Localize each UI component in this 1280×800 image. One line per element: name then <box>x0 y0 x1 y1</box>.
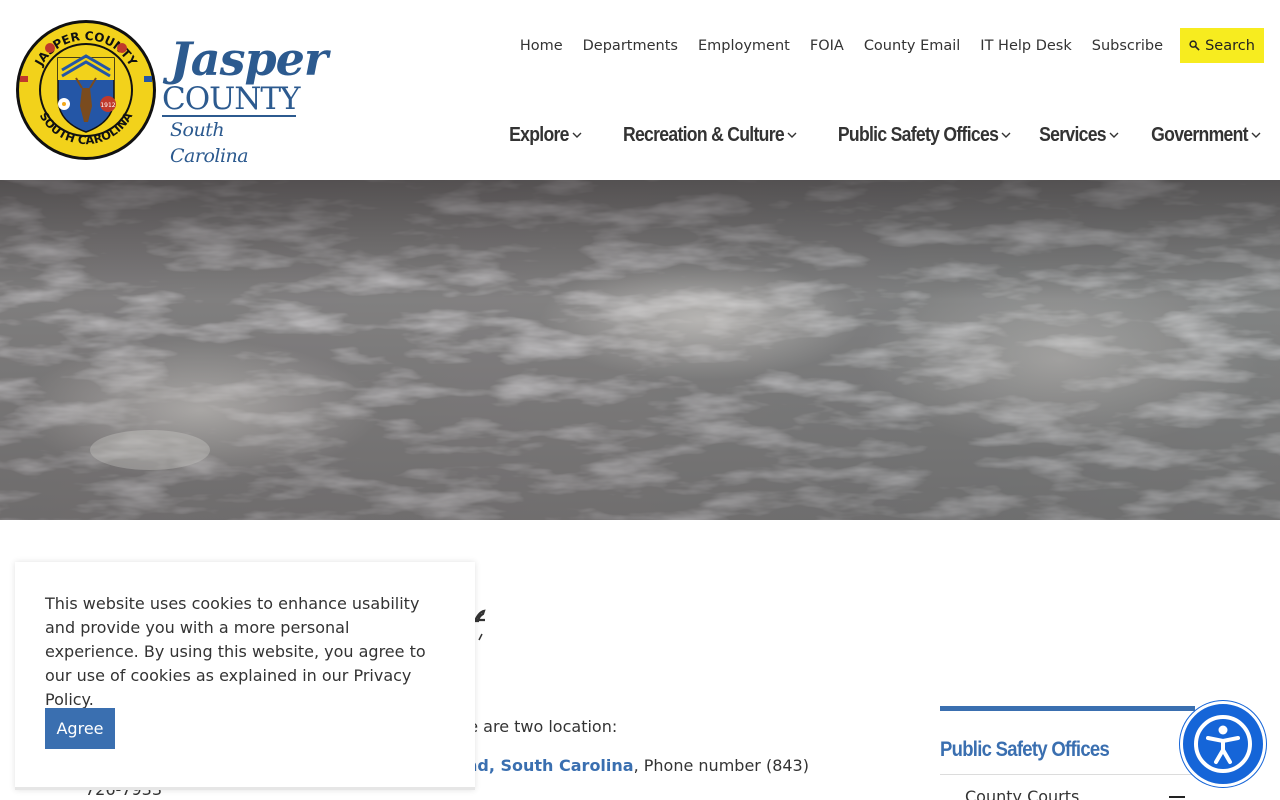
content-text-address: nd, South Carolina, Phone number (843) <box>466 756 809 775</box>
sidebar-item-label: County Courts <box>965 787 1080 800</box>
search-button[interactable]: Search <box>1180 28 1264 63</box>
utility-link-employment[interactable]: Employment <box>698 38 790 54</box>
accessibility-icon <box>1194 715 1252 773</box>
utility-link-foia[interactable]: FOIA <box>810 38 844 54</box>
collapse-icon[interactable] <box>1169 795 1185 798</box>
sidebar-divider <box>940 774 1195 775</box>
address-link[interactable]: nd, South Carolina <box>466 756 634 775</box>
chevron-down-icon <box>1001 132 1011 138</box>
sidebar-title[interactable]: Public Safety Offices <box>940 738 1164 762</box>
sidebar-accent-bar <box>940 706 1195 711</box>
wordmark-state: South Carolina <box>170 119 249 167</box>
sidebar: Public Safety Offices County Courts <box>940 706 1195 800</box>
cookie-banner: This website uses cookies to enhance usa… <box>15 562 475 790</box>
wordmark-jasper: Jasper <box>170 32 328 86</box>
utility-nav: Home Departments Employment FOIA County … <box>500 28 1264 63</box>
nav-recreation-culture-label: Recreation & Culture <box>623 123 785 146</box>
chevron-down-icon <box>787 132 797 138</box>
seal-year: 1912 <box>100 102 115 109</box>
utility-link-it-help-desk[interactable]: IT Help Desk <box>980 38 1071 54</box>
hero-banner-image <box>0 180 1280 520</box>
chevron-down-icon <box>1251 132 1261 138</box>
nav-services[interactable]: Services <box>1030 124 1119 147</box>
utility-link-subscribe[interactable]: Subscribe <box>1092 38 1163 54</box>
nav-recreation-culture[interactable]: Recreation & Culture <box>601 124 797 147</box>
accessibility-button[interactable] <box>1180 701 1266 787</box>
county-wordmark: Jasper COUNTY South Carolina <box>162 32 328 169</box>
nav-services-label: Services <box>1039 123 1107 146</box>
county-seal-icon: JASPER COUNTY SOUTH CAROLINA 1912 <box>16 20 156 160</box>
chevron-down-icon <box>572 132 582 138</box>
nav-government-label: Government <box>1151 123 1248 146</box>
sidebar-item-county-courts[interactable]: County Courts <box>940 787 1195 800</box>
nav-explore[interactable]: Explore <box>501 124 582 147</box>
utility-link-home[interactable]: Home <box>520 38 563 54</box>
phone-text: , Phone number (843) <box>633 756 809 775</box>
chevron-down-icon <box>1109 132 1119 138</box>
nav-public-safety-offices-label: Public Safety Offices <box>837 123 999 146</box>
search-label: Search <box>1205 37 1255 54</box>
nav-explore-label: Explore <box>509 123 570 146</box>
site-header: JASPER COUNTY SOUTH CAROLINA 1912 Jas <box>0 0 1280 180</box>
nav-government[interactable]: Government <box>1138 124 1261 147</box>
content-text-locations: re are two location: <box>462 717 618 736</box>
main-nav: Explore Recreation & Culture Public Safe… <box>482 118 1261 152</box>
search-icon <box>1189 40 1200 51</box>
wordmark-county: COUNTY <box>162 81 301 117</box>
utility-link-county-email[interactable]: County Email <box>864 38 960 54</box>
utility-link-departments[interactable]: Departments <box>583 38 678 54</box>
county-logo[interactable]: JASPER COUNTY SOUTH CAROLINA 1912 Jas <box>14 18 328 167</box>
agree-button[interactable]: Agree <box>45 708 115 749</box>
cookie-message: This website uses cookies to enhance usa… <box>45 594 426 709</box>
nav-public-safety-offices[interactable]: Public Safety Offices <box>816 124 1011 147</box>
